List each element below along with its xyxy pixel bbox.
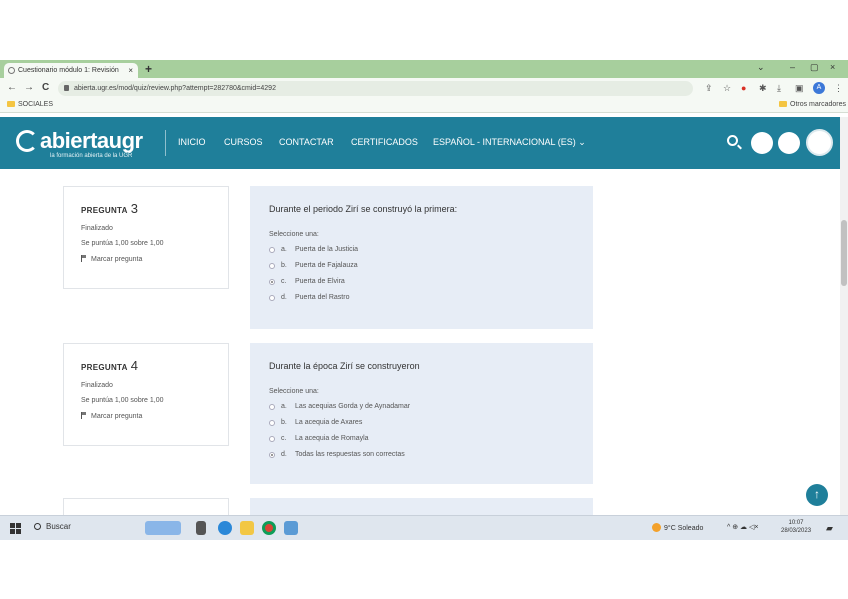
tab-title: Cuestionario módulo 1: Revisión <box>18 67 119 74</box>
menu-dots-icon[interactable]: ⋮ <box>834 83 843 94</box>
scrollbar-thumb[interactable] <box>841 220 847 286</box>
notifications-icon[interactable] <box>751 132 773 154</box>
extension-icon[interactable]: ● <box>741 83 746 93</box>
windows-start-icon[interactable] <box>10 523 21 534</box>
question-heading: PREGUNTA 4 <box>81 358 139 373</box>
media-app-icon[interactable] <box>284 521 298 535</box>
share-icon[interactable]: ⇪ <box>705 83 713 94</box>
bookmarks-bar: SOCIALES Otros marcadores <box>0 99 848 113</box>
file-explorer-icon[interactable] <box>240 521 254 535</box>
tab-close-icon[interactable]: × <box>128 63 133 78</box>
star-icon[interactable]: ☆ <box>723 83 731 94</box>
answer-option[interactable]: b. La acequia de Axares <box>269 419 593 427</box>
answer-option[interactable]: a. Puerta de la Justicia <box>269 246 593 254</box>
browser-tab-strip: Cuestionario módulo 1: Revisión × + ⌄ – … <box>0 60 848 78</box>
system-tray-icons[interactable]: ^ ⊕ ☁ ◁× <box>727 523 758 531</box>
question-info-3: PREGUNTA 3 Finalizado Se puntúa 1,00 sobr… <box>63 186 229 289</box>
radio-button-selected[interactable] <box>269 279 275 285</box>
search-icon <box>34 523 41 530</box>
notification-center-icon[interactable]: ▰ <box>826 523 833 534</box>
language-selector[interactable]: ESPAÑOL - INTERNACIONAL (ES) ⌄ <box>433 137 586 148</box>
nav-inicio[interactable]: INICIO <box>178 137 206 147</box>
lock-icon <box>64 85 69 91</box>
sun-icon <box>652 523 661 532</box>
chrome-icon[interactable] <box>262 521 276 535</box>
url-text: abierta.ugr.es/mod/quiz/review.php?attem… <box>74 85 276 92</box>
flag-question-link[interactable]: Marcar pregunta <box>81 255 228 263</box>
browser-tab[interactable]: Cuestionario módulo 1: Revisión × <box>4 63 138 78</box>
taskbar-widget-icon[interactable] <box>145 521 181 535</box>
answer-option[interactable]: a. Las acequias Gorda y de Aynadamar <box>269 403 593 411</box>
back-button[interactable]: ← <box>7 82 17 93</box>
answer-option[interactable]: c. La acequia de Romayla <box>269 435 593 443</box>
back-to-top-button[interactable]: ↑ <box>806 484 828 506</box>
forward-button[interactable]: → <box>24 82 34 93</box>
nav-certificados[interactable]: CERTIFICADOS <box>351 137 418 147</box>
question-content-3: Durante el periodo Zirí se construyó la … <box>250 186 593 329</box>
question-text: Durante la época Zirí se construyeron <box>269 361 420 371</box>
radio-button[interactable] <box>269 420 275 426</box>
folder-icon <box>7 101 15 108</box>
new-tab-button[interactable]: + <box>145 62 152 76</box>
reload-button[interactable]: C <box>42 82 49 93</box>
site-logo[interactable]: abiertaugr la formación abierta de la UG… <box>16 128 143 159</box>
nav-contactar[interactable]: CONTACTAR <box>279 137 334 147</box>
page-scrollbar[interactable] <box>840 117 848 515</box>
radio-button[interactable] <box>269 404 275 410</box>
flag-question-link[interactable]: Marcar pregunta <box>81 412 228 420</box>
nav-cursos[interactable]: CURSOS <box>224 137 263 147</box>
maximize-button[interactable]: ▢ <box>810 62 819 73</box>
browser-toolbar: ← → C abierta.ugr.es/mod/quiz/review.php… <box>0 78 848 99</box>
screen: Cuestionario módulo 1: Revisión × + ⌄ – … <box>0 60 848 540</box>
close-window-button[interactable]: × <box>830 62 835 72</box>
question-score: Se puntúa 1,00 sobre 1,00 <box>81 397 164 404</box>
bookmark-folder-sociales[interactable]: SOCIALES <box>7 101 53 108</box>
address-bar[interactable]: abierta.ugr.es/mod/quiz/review.php?attem… <box>58 81 693 96</box>
answer-option[interactable]: c. Puerta de Elvira <box>269 278 593 286</box>
taskbar-clock[interactable]: 10:07 28/03/2023 <box>781 519 811 535</box>
page-favicon-icon <box>8 67 15 74</box>
radio-button[interactable] <box>269 436 275 442</box>
question-info-4: PREGUNTA 4 Finalizado Se puntúa 1,00 sobr… <box>63 343 229 446</box>
radio-button[interactable] <box>269 247 275 253</box>
task-view-icon[interactable] <box>196 521 206 535</box>
answer-option[interactable]: b. Puerta de Fajalauza <box>269 262 593 270</box>
site-header: abiertaugr la formación abierta de la UG… <box>0 117 848 169</box>
taskbar-search[interactable]: Buscar <box>34 522 71 531</box>
weather-widget[interactable]: 9°C Soleado <box>652 523 703 532</box>
flag-icon <box>81 412 87 419</box>
logo-tagline: la formación abierta de la UGR <box>50 153 133 159</box>
user-avatar[interactable] <box>806 129 833 156</box>
radio-button[interactable] <box>269 263 275 269</box>
question-heading: PREGUNTA 3 <box>81 201 139 216</box>
edge-browser-icon[interactable] <box>218 521 232 535</box>
answer-option[interactable]: d. Todas las respuestas son correctas <box>269 451 593 459</box>
minimize-button[interactable]: – <box>790 62 795 72</box>
logo-mark-icon <box>16 130 38 152</box>
tab-search-icon[interactable]: ⌄ <box>757 62 765 73</box>
question-score: Se puntúa 1,00 sobre 1,00 <box>81 240 164 247</box>
question-content-4: Durante la época Zirí se construyeron Se… <box>250 343 593 484</box>
download-icon[interactable]: ⤓ <box>777 83 781 94</box>
bookmark-folder-otros[interactable]: Otros marcadores <box>779 101 846 108</box>
header-divider <box>165 130 166 156</box>
flag-icon <box>81 255 87 262</box>
question-text: Durante el periodo Zirí se construyó la … <box>269 204 458 214</box>
answer-option[interactable]: d. Puerta del Rastro <box>269 294 593 302</box>
puzzle-icon[interactable]: ✱ <box>759 83 767 94</box>
folder-icon <box>779 101 787 108</box>
sidebar-icon[interactable]: ▣ <box>795 83 804 94</box>
windows-taskbar: Buscar 9°C Soleado ^ ⊕ ☁ ◁× 10:07 28/03/2… <box>0 515 848 540</box>
answer-prompt: Seleccione una: <box>269 231 319 238</box>
question-status: Finalizado <box>81 382 113 389</box>
question-status: Finalizado <box>81 225 113 232</box>
messages-icon[interactable] <box>778 132 800 154</box>
search-icon[interactable] <box>727 135 738 146</box>
profile-avatar[interactable]: A <box>813 82 825 94</box>
radio-button-selected[interactable] <box>269 452 275 458</box>
radio-button[interactable] <box>269 295 275 301</box>
answer-prompt: Seleccione una: <box>269 388 319 395</box>
